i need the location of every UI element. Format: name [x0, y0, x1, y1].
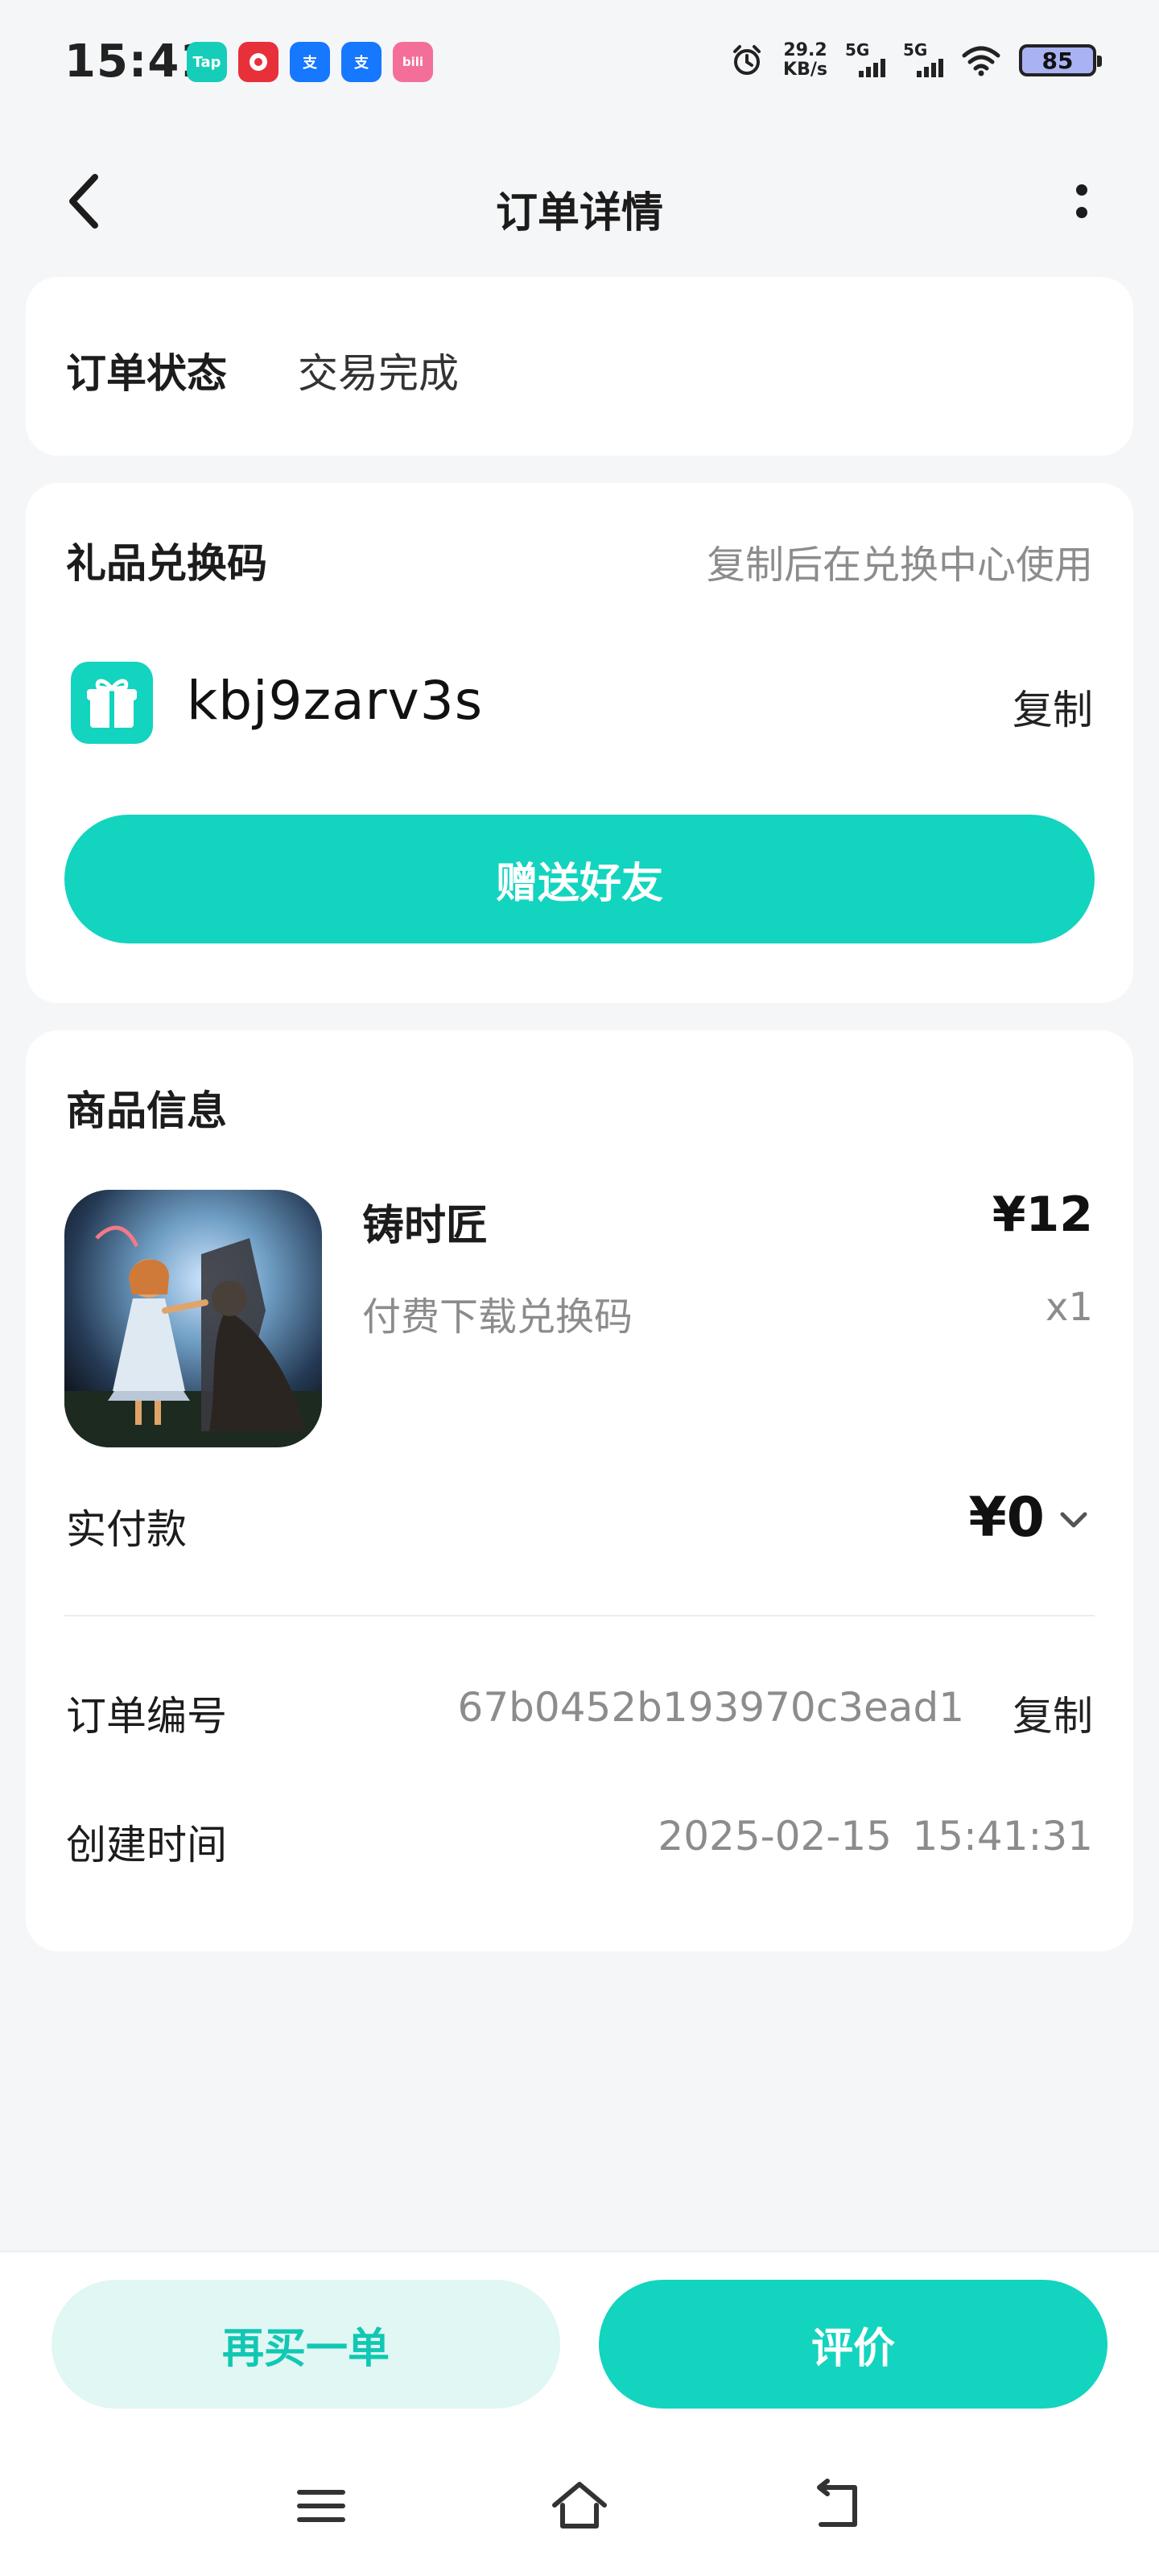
battery-indicator: 85: [1019, 44, 1102, 76]
status-bar: 15:41 Tap 支 支 bili 29.2 KB/s 5G 5G 85: [0, 0, 1159, 121]
taptap-icon: Tap: [187, 42, 227, 82]
order-status-card: 订单状态 交易完成: [26, 277, 1133, 456]
gift-code-card: 礼品兑换码 复制后在兑换中心使用 kbj9zarv3s 复制 赠送好友: [26, 483, 1133, 1003]
order-detail-page: 15:41 Tap 支 支 bili 29.2 KB/s 5G 5G 85 订单…: [0, 0, 1159, 2576]
goods-price: ¥12: [992, 1187, 1093, 1243]
chevron-down-icon[interactable]: [1054, 1504, 1093, 1536]
system-nav-bar: [0, 2470, 1159, 2542]
send-to-friend-button[interactable]: 赠送好友: [64, 815, 1095, 943]
copy-code-button[interactable]: 复制: [1013, 678, 1093, 736]
review-button[interactable]: 评价: [599, 2280, 1107, 2409]
back-nav-button[interactable]: [802, 2470, 874, 2542]
paid-amount-value[interactable]: ¥0: [968, 1486, 1045, 1550]
order-status-value: 交易完成: [298, 350, 459, 397]
paid-amount-label: 实付款: [66, 1506, 187, 1553]
bottom-action-bar: 再买一单 评价: [0, 2251, 1159, 2576]
status-right: 29.2 KB/s 5G 5G 85: [728, 40, 1102, 80]
copy-order-number-button[interactable]: 复制: [1013, 1684, 1093, 1742]
more-button[interactable]: [1050, 169, 1114, 233]
gift-code-title: 礼品兑换码: [66, 540, 267, 587]
net-speed: 29.2 KB/s: [783, 40, 827, 80]
wifi-icon: [962, 46, 1000, 76]
back-icon: [817, 2479, 857, 2527]
order-number-value: 67b0452b193970c3ead1: [457, 1684, 964, 1731]
signal-icon-2: 5G: [903, 40, 943, 80]
more-dot-icon: [1076, 184, 1087, 196]
bilibili-icon: bili: [393, 42, 433, 82]
created-time-label: 创建时间: [66, 1822, 227, 1868]
goods-info-title: 商品信息: [66, 1088, 227, 1134]
home-icon: [552, 2482, 607, 2529]
buy-again-button[interactable]: 再买一单: [52, 2280, 560, 2409]
nav-bar: 订单详情: [0, 145, 1159, 258]
created-time-value: 15:41:31: [912, 1813, 1093, 1860]
more-dot-icon: [1076, 207, 1087, 218]
home-button[interactable]: [543, 2470, 616, 2542]
alipay-icon: 支: [290, 42, 330, 82]
menu-button[interactable]: [285, 2470, 357, 2542]
goods-subtitle: 付费下载兑换码: [362, 1294, 633, 1340]
notification-icons: Tap 支 支 bili: [187, 42, 433, 82]
goods-quantity: x1: [1046, 1285, 1093, 1330]
alipay-icon-2: 支: [341, 42, 382, 82]
order-number-label: 订单编号: [66, 1693, 227, 1740]
gift-code-value: kbj9zarv3s: [187, 670, 484, 732]
game-cover-image[interactable]: [64, 1190, 322, 1447]
signal-icon: 5G: [845, 40, 885, 80]
created-date-value: 2025-02-15: [658, 1813, 892, 1860]
goods-name[interactable]: 铸时匠: [362, 1191, 488, 1252]
gift-icon: [71, 662, 153, 744]
app-notification-icon: [238, 42, 278, 82]
goods-info-card: 商品信息 铸时匠 ¥12 付费下载兑换码 x1 实付款 ¥0 订单编号 67b0…: [26, 1030, 1133, 1951]
alarm-icon: [733, 45, 761, 75]
order-status-label: 订单状态: [66, 350, 227, 397]
divider: [64, 1615, 1095, 1616]
menu-icon: [297, 2490, 345, 2522]
page-title: 订单详情: [495, 189, 663, 237]
gift-code-hint: 复制后在兑换中心使用: [706, 543, 1093, 588]
